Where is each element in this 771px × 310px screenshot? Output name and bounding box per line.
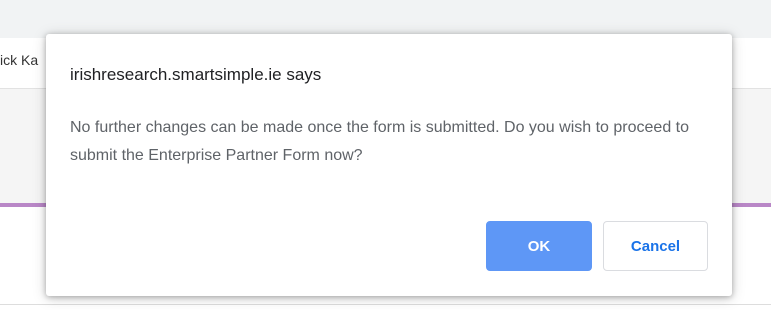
confirm-dialog: irishresearch.smartsimple.ie says No fur… bbox=[46, 34, 732, 296]
bottom-divider bbox=[0, 304, 771, 305]
background-user-name: ick Ka bbox=[0, 52, 39, 68]
browser-page: ick Ka irishresearch.smartsimple.ie says… bbox=[0, 0, 771, 310]
ok-button[interactable]: OK bbox=[486, 221, 592, 271]
dialog-title: irishresearch.smartsimple.ie says bbox=[70, 65, 322, 84]
cancel-button[interactable]: Cancel bbox=[603, 221, 708, 271]
browser-top-band bbox=[0, 0, 771, 38]
dialog-message: No further changes can be made once the … bbox=[70, 119, 689, 164]
